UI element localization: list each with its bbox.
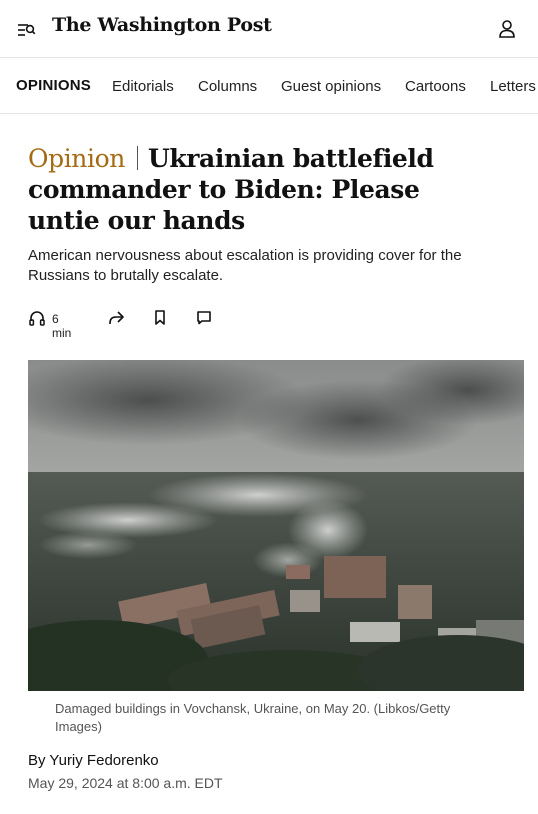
nav-item-columns[interactable]: Columns (198, 78, 257, 95)
article-headline: Opinion Ukrainian battlefield commander t… (28, 143, 498, 236)
article-dek: American nervousness about escalation is… (28, 247, 462, 284)
section-label[interactable]: OPINIONS (16, 77, 91, 94)
section-nav: OPINIONS Editorials Columns Guest opinio… (0, 58, 538, 114)
menu-search-icon[interactable] (16, 20, 36, 40)
byline: By Yuriy Fedorenko (28, 752, 159, 769)
byline-prefix: By (28, 752, 46, 769)
nav-item-cartoons[interactable]: Cartoons (405, 78, 466, 95)
site-logo[interactable]: The Washington Post (52, 14, 272, 36)
share-icon[interactable] (107, 308, 125, 333)
photo-caption: Damaged buildings in Vovchansk, Ukraine,… (55, 701, 451, 734)
comment-icon[interactable] (196, 308, 212, 333)
bookmark-icon[interactable] (153, 308, 167, 333)
nav-item-editorials[interactable]: Editorials (112, 78, 174, 95)
headphones-icon[interactable] (28, 308, 46, 333)
listen-time[interactable]: 6 min (52, 312, 71, 340)
author-link[interactable]: Yuriy Fedorenko (49, 752, 158, 769)
nav-item-guest-opinions[interactable]: Guest opinions (281, 78, 381, 95)
opinion-kicker[interactable]: Opinion (28, 144, 125, 173)
kicker-divider (136, 146, 138, 170)
site-header: The Washington Post (0, 0, 538, 58)
nav-item-letters[interactable]: Letters (490, 78, 536, 95)
user-icon[interactable] (498, 19, 516, 39)
aerial-smoke-city-photo (28, 360, 524, 691)
publish-date: May 29, 2024 at 8:00 a.m. EDT (28, 775, 223, 791)
